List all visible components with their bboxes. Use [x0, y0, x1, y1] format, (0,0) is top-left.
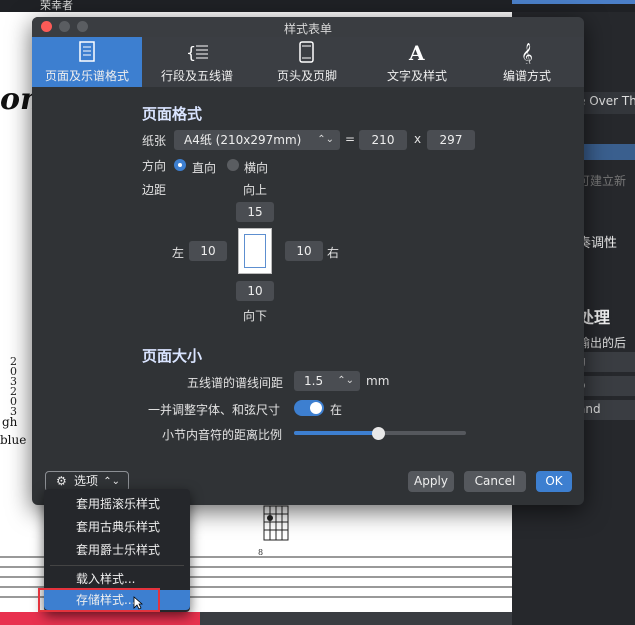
paper-label: 纸张	[142, 134, 167, 148]
landscape-radio[interactable]	[227, 159, 239, 171]
tab-notation[interactable]: 𝄞 编谱方式	[472, 37, 582, 87]
tab-label: 行段及五线谱	[160, 69, 233, 83]
tab-label: 页面及乐谱格式	[44, 69, 129, 83]
updown-chevron-icon: ⌃⌄	[317, 134, 334, 145]
paper-size-select[interactable]: A4纸 (210x297mm) ⌃⌄	[174, 130, 340, 150]
note-distance-label: 小节内音符的距离比例	[162, 428, 283, 442]
phone-page-icon	[299, 41, 314, 63]
portrait-radio[interactable]	[174, 159, 186, 171]
text-style-icon: A	[408, 41, 425, 64]
dialog-title: 样式表单	[283, 22, 332, 36]
menu-item-rock-style[interactable]: 套用摇滚乐样式	[44, 493, 190, 515]
mouse-cursor-icon	[133, 596, 143, 610]
times-sign: x	[414, 132, 422, 146]
document-icon	[79, 41, 95, 62]
paper-height-field[interactable]: 297	[427, 130, 475, 150]
staff-spacing-unit: mm	[366, 374, 390, 388]
chord-diagram-icon	[263, 505, 289, 541]
margin-right-field[interactable]: 10	[285, 241, 323, 261]
tab-systems-staves[interactable]: { 行段及五线谱	[142, 37, 252, 87]
apply-button[interactable]: Apply	[408, 471, 454, 492]
svg-text:A: A	[408, 41, 425, 64]
menu-item-jazz-style[interactable]: 套用爵士乐样式	[44, 539, 190, 561]
ok-button[interactable]: OK	[536, 471, 572, 492]
page-format-heading: 页面格式	[142, 105, 203, 123]
page-margin-preview	[238, 228, 272, 274]
margin-left-field[interactable]: 10	[189, 241, 227, 261]
margins-label: 边距	[142, 183, 167, 197]
menu-item-classical-style[interactable]: 套用古典乐样式	[44, 516, 190, 538]
app-bottom-red-bar	[0, 612, 200, 625]
note-distance-fill	[294, 431, 378, 435]
staff-spacing-label: 五线谱的谱线间距	[187, 376, 284, 390]
tab-text-styles[interactable]: A 文字及样式	[362, 37, 472, 87]
orientation-label: 方向	[142, 159, 167, 173]
tab-page-format[interactable]: 页面及乐谱格式	[32, 37, 142, 87]
dialog-tabs: 页面及乐谱格式 { 行段及五线谱 页头及页脚 A 文字及样式 𝄞 编谱方式	[32, 37, 584, 87]
margin-bottom-label: 向下	[243, 309, 268, 323]
tab-label: 文字及样式	[386, 69, 447, 83]
scale-fonts-label: 一并调整字体、和弦尺寸	[148, 403, 281, 417]
dialog-titlebar: 样式表单	[32, 17, 584, 37]
margin-top-field[interactable]: 15	[236, 202, 274, 222]
page-size-heading: 页面大小	[142, 347, 203, 365]
margin-left-label: 左	[172, 246, 185, 260]
equals-sign: =	[345, 132, 356, 146]
margin-bottom-field[interactable]: 10	[236, 281, 274, 301]
measure-number: 8	[258, 548, 263, 557]
paper-width-field[interactable]: 210	[359, 130, 407, 150]
app-topbar: 荣幸者	[0, 0, 635, 12]
score-lyric-2: blue	[0, 433, 27, 447]
portrait-label: 直向	[192, 161, 217, 175]
note-distance-knob[interactable]	[372, 427, 385, 440]
score-tab-numbers: 2 0 3 2 0 3	[10, 355, 17, 418]
updown-chevron-icon: ⌃⌄	[337, 375, 354, 386]
landscape-label: 横向	[244, 161, 269, 175]
scale-fonts-toggle[interactable]	[294, 400, 324, 416]
tab-header-footer[interactable]: 页头及页脚	[252, 37, 362, 87]
app-top-accent	[512, 0, 635, 4]
menu-item-load-style[interactable]: 载入样式...	[44, 568, 190, 590]
margin-right-label: 右	[327, 246, 340, 260]
staff-spacing-value: 1.5	[304, 374, 324, 388]
treble-clef-icon: 𝄞	[521, 42, 533, 64]
cancel-button[interactable]: Cancel	[464, 471, 526, 492]
svg-text:𝄞: 𝄞	[521, 42, 533, 64]
staff-lines-icon: {	[186, 43, 208, 62]
staff-spacing-select[interactable]: 1.5 ⌃⌄	[294, 371, 360, 391]
scale-fonts-state: 在	[330, 403, 343, 417]
tab-label: 页头及页脚	[276, 69, 337, 83]
tab-label: 编谱方式	[502, 69, 551, 83]
menu-separator	[50, 565, 184, 566]
score-lyric-1: gh	[2, 415, 18, 429]
paper-size-value: A4纸 (210x297mm)	[184, 133, 302, 147]
margin-top-label: 向上	[243, 183, 268, 197]
svg-text:{: {	[186, 43, 196, 62]
style-sheet-dialog: 样式表单 页面及乐谱格式 { 行段及五线谱 页头及页脚 A 文字及样式 𝄞 编谱…	[32, 17, 584, 505]
